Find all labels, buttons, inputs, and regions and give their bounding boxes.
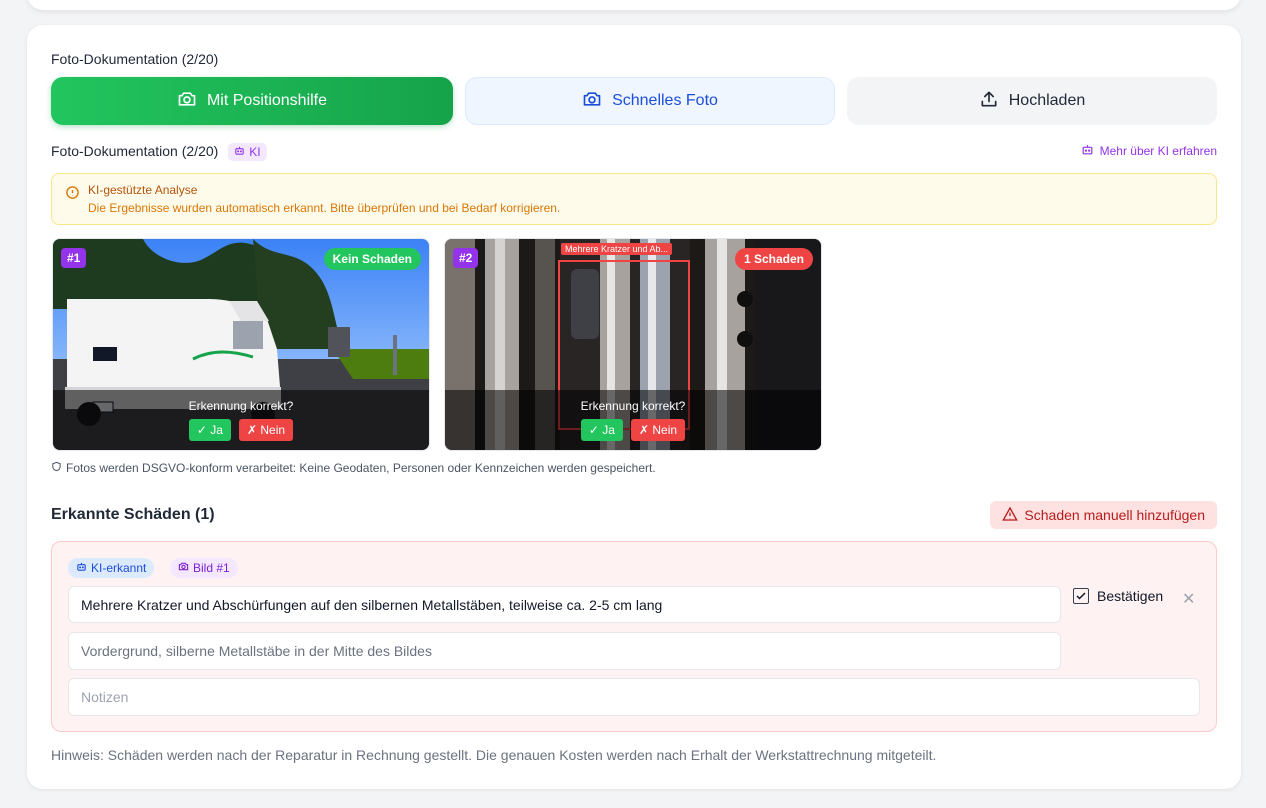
alert-title: KI-gestützte Analyse — [88, 183, 198, 197]
upload-label: Hochladen — [1008, 92, 1086, 109]
quick-photo-button[interactable]: Schnelles Foto — [465, 77, 835, 125]
ki-badge: KI — [228, 143, 267, 162]
damage-location-field[interactable]: Vordergrund, silberne Metallstäbe in der… — [68, 632, 1061, 670]
checkbox-checked-icon — [1073, 588, 1089, 604]
info-icon — [65, 185, 80, 205]
upload-button[interactable]: Hochladen — [847, 77, 1217, 125]
photo-thumbnail-2[interactable]: Mehrere Kratzer und Ab... #2 1 Schaden E… — [444, 238, 822, 451]
detection-label: Mehrere Kratzer und Ab... — [561, 243, 673, 255]
confirm-label: Bestätigen — [1097, 588, 1164, 604]
damage-description-field[interactable]: Mehrere Kratzer und Abschürfungen auf de… — [68, 586, 1061, 623]
verification-overlay: Erkennung korrekt? ✓ Ja ✗ Nein — [53, 390, 429, 450]
detected-damages-heading: Erkannte Schäden (1) — [51, 506, 215, 523]
ki-detected-tag: KI-erkannt — [68, 558, 155, 578]
guided-photo-label: Mit Positionshilfe — [206, 92, 328, 109]
privacy-note-text: Fotos werden DSGVO-konform verarbeitet: … — [66, 461, 656, 475]
ki-badge-label: KI — [249, 145, 261, 160]
verification-question: Erkennung korrekt? — [580, 399, 686, 413]
photo-documentation-card: Foto-Dokumentation (2/20) Mit Positionsh… — [27, 25, 1241, 789]
confirm-checkbox[interactable]: Bestätigen — [1073, 588, 1163, 604]
previous-card — [27, 0, 1241, 10]
ki-analysis-alert: KI-gestützte Analyse Die Ergebnisse wurd… — [51, 173, 1217, 225]
quick-photo-label: Schnelles Foto — [612, 92, 718, 109]
photo-section-heading: Foto-Dokumentation (2/20) — [51, 51, 219, 67]
confirm-yes-button[interactable]: ✓ Ja — [580, 419, 623, 441]
more-about-ki-label: Mehr über KI erfahren — [1099, 144, 1217, 158]
robot-icon — [234, 145, 245, 159]
damage-count-badge: 1 Schaden — [734, 248, 813, 270]
notes-field[interactable]: Notizen — [68, 678, 1200, 716]
more-about-ki-link[interactable]: Mehr über KI erfahren — [1081, 143, 1217, 159]
damage-item: KI-erkannt Bild #1 Mehrere Kratzer und A… — [51, 541, 1217, 732]
photo-thumbnail-1[interactable]: #1 Kein Schaden Erkennung korrekt? ✓ Ja … — [52, 238, 430, 451]
ki-section-title: Foto-Dokumentation (2/20) — [51, 143, 219, 159]
warning-icon — [1002, 506, 1019, 525]
alert-text: Die Ergebnisse wurden automatisch erkann… — [88, 201, 561, 215]
privacy-note: Fotos werden DSGVO-konform verarbeitet: … — [51, 461, 656, 475]
shield-icon — [51, 461, 62, 475]
camera-icon — [582, 89, 602, 114]
robot-icon — [1081, 143, 1094, 159]
confirm-yes-button[interactable]: ✓ Ja — [188, 419, 231, 441]
camera-icon — [178, 561, 189, 575]
ki-detected-label: KI-erkannt — [91, 561, 147, 575]
no-damage-badge: Kein Schaden — [323, 248, 421, 270]
add-damage-manually-button[interactable]: Schaden manuell hinzufügen — [990, 501, 1217, 529]
ki-section-heading: Foto-Dokumentation (2/20) KI — [51, 143, 267, 162]
upload-icon — [979, 89, 999, 114]
photo-number-badge: #2 — [453, 248, 479, 268]
camera-icon — [177, 89, 197, 114]
repair-hint: Hinweis: Schäden werden nach der Reparat… — [51, 747, 937, 763]
verification-overlay: Erkennung korrekt? ✓ Ja ✗ Nein — [445, 390, 821, 450]
image-reference-label: Bild #1 — [193, 561, 230, 575]
photo-number-badge: #1 — [61, 248, 87, 268]
guided-photo-button[interactable]: Mit Positionshilfe — [51, 77, 453, 125]
close-icon[interactable]: ✕ — [1182, 589, 1195, 609]
confirm-no-button[interactable]: ✗ Nein — [238, 419, 294, 441]
confirm-no-button[interactable]: ✗ Nein — [630, 419, 686, 441]
add-damage-label: Schaden manuell hinzufügen — [1024, 507, 1205, 523]
robot-icon — [76, 561, 87, 575]
verification-question: Erkennung korrekt? — [188, 399, 294, 413]
image-reference-tag: Bild #1 — [170, 558, 238, 578]
